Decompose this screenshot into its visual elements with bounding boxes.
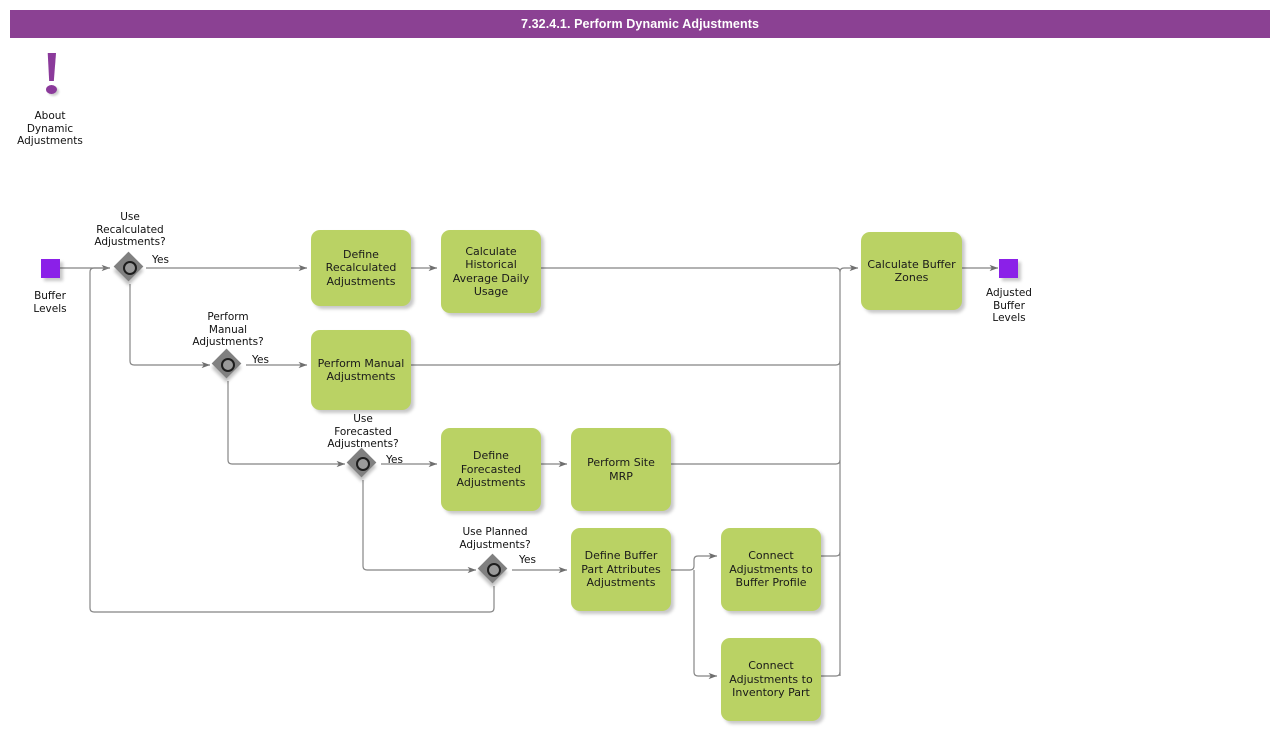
- edge-t6-to-t7: [671, 556, 717, 570]
- edge-label-gw1-yes: Yes: [152, 254, 169, 266]
- edge-bus-to-t9: [840, 268, 858, 676]
- gateway-use-forecasted[interactable]: [348, 449, 378, 479]
- task-perform-manual-adjustments[interactable]: Perform Manual Adjustments: [311, 330, 411, 410]
- end-event-label: Adjusted Buffer Levels: [968, 287, 1050, 325]
- task-label: Calculate Buffer Zones: [867, 258, 956, 285]
- task-connect-adjustments-to-inventory-part[interactable]: Connect Adjustments to Inventory Part: [721, 638, 821, 721]
- task-label: Define Recalculated Adjustments: [317, 248, 405, 289]
- task-define-forecasted-adjustments[interactable]: Define Forecasted Adjustments: [441, 428, 541, 511]
- gateway-use-recalculated-label: Use Recalculated Adjustments?: [72, 211, 188, 249]
- exclamation-dot-icon: [46, 85, 57, 94]
- edge-t8-to-bus: [821, 672, 840, 676]
- task-label: Connect Adjustments to Inventory Part: [727, 659, 815, 700]
- task-calculate-buffer-zones[interactable]: Calculate Buffer Zones: [861, 232, 962, 310]
- task-define-buffer-part-attributes-adjustments[interactable]: Define Buffer Part Attributes Adjustment…: [571, 528, 671, 611]
- gateway-use-planned[interactable]: [479, 555, 509, 585]
- start-event[interactable]: [41, 259, 60, 278]
- gateway-use-forecasted-label: Use Forecasted Adjustments?: [305, 413, 421, 451]
- task-label: Define Forecasted Adjustments: [447, 449, 535, 490]
- task-connect-adjustments-to-buffer-profile[interactable]: Connect Adjustments to Buffer Profile: [721, 528, 821, 611]
- connector-layer: .e { fill:none; stroke:#858585; stroke-w…: [0, 0, 1280, 730]
- edge-t2-to-bus: [541, 268, 840, 272]
- task-calculate-historical-average-daily-usage[interactable]: Calculate Historical Average Daily Usage: [441, 230, 541, 313]
- task-label: Perform Manual Adjustments: [317, 357, 405, 384]
- gateway-use-recalculated[interactable]: [115, 253, 145, 283]
- task-label: Perform Site MRP: [577, 456, 665, 483]
- task-label: Connect Adjustments to Buffer Profile: [727, 549, 815, 590]
- gateway-perform-manual[interactable]: [213, 350, 243, 380]
- task-perform-site-mrp[interactable]: Perform Site MRP: [571, 428, 671, 511]
- edge-label-gw2-yes: Yes: [252, 354, 269, 366]
- exclamation-icon: [40, 53, 64, 95]
- bpmn-diagram-canvas: .e { fill:none; stroke:#858585; stroke-w…: [0, 0, 1280, 730]
- end-event[interactable]: [999, 259, 1018, 278]
- edge-gw4-no-bypass: [90, 268, 494, 612]
- inclusive-ring-icon: [487, 563, 501, 577]
- annotation-label: About Dynamic Adjustments: [0, 110, 100, 148]
- edge-t7-to-bus: [821, 552, 840, 556]
- edge-t6-to-t8: [694, 570, 717, 676]
- task-define-recalculated-adjustments[interactable]: Define Recalculated Adjustments: [311, 230, 411, 306]
- edge-t3-to-bus: [411, 361, 840, 365]
- task-label: Calculate Historical Average Daily Usage: [447, 245, 535, 299]
- exclamation-bar-icon: [47, 53, 56, 81]
- gateway-perform-manual-label: Perform Manual Adjustments?: [170, 311, 286, 349]
- inclusive-ring-icon: [356, 457, 370, 471]
- inclusive-ring-icon: [221, 358, 235, 372]
- task-label: Define Buffer Part Attributes Adjustment…: [577, 549, 665, 590]
- edge-label-gw3-yes: Yes: [386, 454, 403, 466]
- edge-label-gw4-yes: Yes: [519, 554, 536, 566]
- inclusive-ring-icon: [123, 261, 137, 275]
- start-event-label: Buffer Levels: [10, 290, 90, 315]
- edge-t5-to-bus: [671, 460, 840, 464]
- gateway-use-planned-label: Use Planned Adjustments?: [436, 526, 554, 551]
